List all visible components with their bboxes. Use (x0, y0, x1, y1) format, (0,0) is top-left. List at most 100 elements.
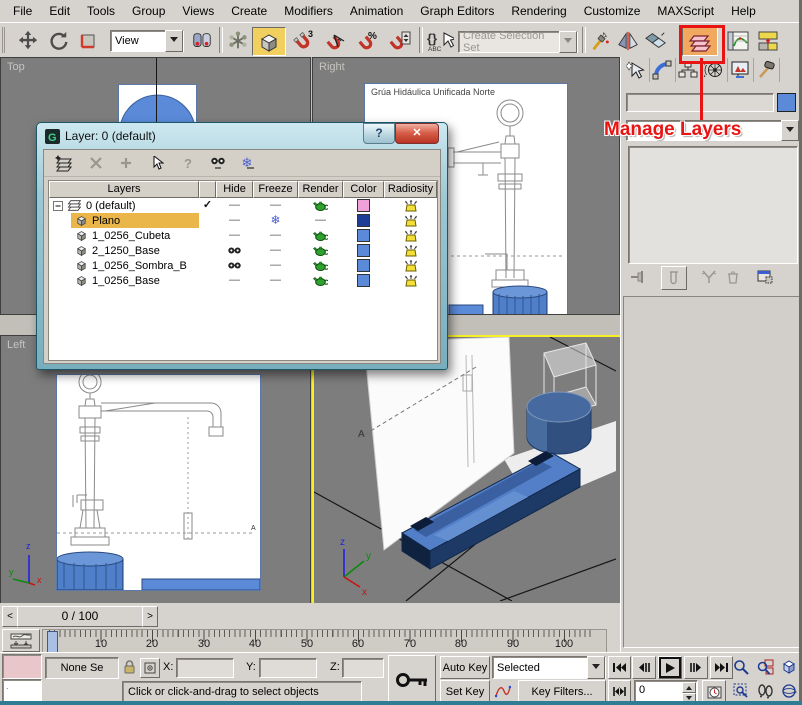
time-slider-next-button[interactable]: > (142, 606, 158, 627)
previous-frame-button[interactable] (632, 656, 656, 679)
tab-modify[interactable] (649, 58, 676, 82)
color-cell[interactable] (343, 274, 384, 287)
mirror-button[interactable] (614, 27, 642, 54)
layer-row-selected[interactable]: Plano — ❄ — (49, 213, 437, 228)
dialog-title-bar[interactable]: G Layer: 0 (default) (45, 127, 156, 145)
radiosity-cell[interactable] (384, 229, 437, 242)
chevron-down-icon[interactable] (559, 31, 577, 53)
snaps-toggle-button[interactable]: 3 (290, 27, 318, 54)
go-to-start-button[interactable] (608, 656, 631, 679)
named-selection-sets-button[interactable]: {}ABC (424, 27, 456, 54)
layer-row[interactable]: 1_0256_Base — — (49, 273, 437, 288)
color-cell[interactable] (343, 199, 384, 212)
play-button[interactable] (658, 656, 682, 679)
snaps-box-toggle-button[interactable] (252, 27, 286, 56)
radiosity-cell[interactable] (384, 199, 437, 212)
menu-help[interactable]: Help (722, 1, 764, 21)
edit-named-selections-button[interactable] (586, 27, 614, 54)
render-cell[interactable] (298, 230, 343, 241)
chevron-down-icon[interactable] (165, 30, 183, 52)
y-coordinate-field[interactable] (259, 658, 317, 678)
column-render[interactable]: Render (298, 181, 343, 198)
region-zoom-button[interactable] (730, 680, 752, 701)
next-frame-button[interactable] (684, 656, 708, 679)
menu-customize[interactable]: Customize (575, 1, 649, 21)
arc-rotate-button[interactable] (778, 680, 800, 701)
freeze-cell[interactable]: — (253, 199, 298, 212)
layer-row[interactable]: 2_1250_Base — (49, 243, 437, 258)
freeze-cell[interactable]: — (253, 274, 298, 287)
select-scale-button[interactable] (74, 27, 102, 54)
freeze-cell[interactable]: — (253, 229, 298, 242)
menu-views[interactable]: Views (173, 1, 222, 21)
create-selection-set-dropdown[interactable]: Create Selection Set (458, 31, 578, 53)
column-color[interactable]: Color (343, 181, 384, 198)
percent-snap-button[interactable]: % (354, 27, 382, 54)
menu-maxscript[interactable]: MAXScript (648, 1, 722, 21)
open-mini-curve-editor-button[interactable] (2, 629, 40, 652)
menu-modifiers[interactable]: Modifiers (275, 1, 341, 21)
curve-editor-button[interactable] (724, 27, 752, 54)
tab-display[interactable] (727, 58, 754, 82)
remove-modifier-button[interactable] (721, 267, 745, 287)
track-bar-handle[interactable] (47, 631, 58, 653)
select-objects-button[interactable] (146, 153, 170, 173)
configure-modifier-sets-button[interactable] (753, 267, 777, 287)
menu-graph-editors[interactable]: Graph Editors (411, 1, 502, 21)
key-mode-dropdown[interactable]: Selected (492, 656, 606, 679)
make-unique-button[interactable] (697, 267, 721, 287)
freeze-cell[interactable]: — (253, 244, 298, 257)
tab-create[interactable] (623, 58, 650, 82)
tab-utilities[interactable] (753, 58, 780, 82)
z-coordinate-field[interactable] (342, 658, 384, 678)
hide-cell[interactable]: — (216, 214, 253, 227)
delete-layer-button[interactable] (84, 153, 108, 173)
render-cell[interactable] (298, 260, 343, 271)
schematic-view-button[interactable] (754, 27, 782, 54)
menu-rendering[interactable]: Rendering (502, 1, 574, 21)
align-button[interactable] (642, 27, 670, 54)
key-mode-toggle-button[interactable] (608, 680, 631, 703)
time-configuration-button[interactable] (702, 680, 726, 703)
x-coordinate-field[interactable] (176, 658, 234, 678)
angle-snap-button[interactable] (322, 27, 350, 54)
render-cell[interactable] (298, 275, 343, 286)
dialog-close-button[interactable]: ✕ (395, 123, 439, 144)
radiosity-cell[interactable] (384, 259, 437, 272)
hide-cell[interactable]: — (216, 229, 253, 242)
toolbar-grip[interactable] (2, 27, 12, 53)
reference-coordinate-dropdown[interactable]: View (110, 30, 184, 52)
set-keys-button[interactable] (388, 655, 436, 704)
time-slider-prev-button[interactable]: < (2, 606, 18, 627)
radiosity-cell[interactable] (384, 274, 437, 287)
column-current[interactable] (199, 181, 216, 198)
column-layers[interactable]: Layers (49, 181, 199, 198)
zoom-all-button[interactable] (754, 656, 776, 677)
layer-color-swatch[interactable] (357, 259, 370, 272)
track-bar-ruler[interactable]: 0 10 20 30 40 50 60 70 80 90 100 (42, 629, 607, 653)
current-layer-check[interactable]: ✓ (199, 199, 216, 212)
absolute-offset-toggle[interactable] (140, 658, 160, 678)
zoom-extents-button[interactable] (778, 656, 800, 677)
color-cell[interactable] (343, 259, 384, 272)
pan-button[interactable] (754, 680, 776, 701)
hide-cell[interactable]: — (216, 199, 253, 212)
menu-tools[interactable]: Tools (78, 1, 123, 21)
color-cell[interactable] (343, 229, 384, 242)
layer-row[interactable]: 1_0256_Cubeta — — (49, 228, 437, 243)
select-rotate-button[interactable] (44, 27, 72, 54)
zoom-button[interactable] (730, 656, 752, 677)
menu-group[interactable]: Group (123, 1, 173, 21)
viewport-left-label[interactable]: Left (7, 339, 25, 351)
spinner-snap-button[interactable] (386, 27, 414, 54)
select-move-button[interactable] (14, 27, 42, 54)
viewport-top-label[interactable]: Top (7, 61, 25, 73)
layer-color-swatch[interactable] (357, 199, 370, 212)
create-new-layer-button[interactable] (52, 153, 76, 173)
layer-row[interactable]: 0 (default) ✓ — — (49, 198, 437, 213)
layer-help-button[interactable]: ? (176, 153, 200, 173)
render-cell[interactable] (298, 245, 343, 256)
collapse-icon[interactable] (53, 201, 63, 211)
freeze-cell[interactable]: ❄ (253, 214, 298, 227)
modifier-stack-list[interactable] (628, 146, 798, 264)
